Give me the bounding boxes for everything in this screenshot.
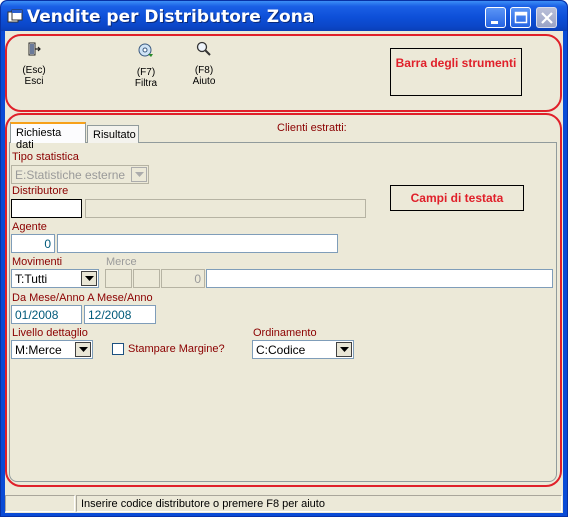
status-cell-1 (5, 495, 75, 512)
distributore-description-field (85, 199, 366, 218)
status-bar: Inserire codice distributore o premere F… (5, 493, 563, 513)
livello-dettaglio-label: Livello dettaglio (12, 327, 88, 339)
merce-field-3: 0 (161, 269, 205, 288)
movimenti-value: T:Tutti (15, 272, 48, 286)
toolbar-esc-key: (Esc) (22, 65, 46, 76)
close-button[interactable] (536, 7, 557, 28)
filter-disc-icon (138, 43, 153, 57)
stampare-margine-label: Stampare Margine? (128, 343, 225, 355)
da-mese-anno-input[interactable]: 01/2008 (11, 305, 82, 324)
stampare-margine-checkbox[interactable] (112, 343, 124, 355)
client-area: (Esc) Esci (F7) Filtra (F8) Aiuto Barra … (5, 31, 563, 513)
distributore-code-input[interactable] (11, 199, 82, 218)
app-window: Vendite per Distributore Zona (Esc) Esci (0, 0, 568, 517)
magnifier-help-icon (196, 41, 211, 56)
exit-door-icon (28, 42, 41, 56)
distributore-label: Distributore (12, 185, 69, 197)
tab-richiesta-dati[interactable]: Richiesta dati (10, 122, 86, 151)
chevron-down-icon (75, 342, 91, 357)
ordinamento-select[interactable]: C:Codice (252, 340, 354, 359)
ordinamento-value: C:Codice (256, 343, 306, 357)
tipo-statistica-select[interactable]: E:Statistiche esterne (11, 165, 149, 184)
tipo-statistica-label: Tipo statistica (12, 151, 79, 163)
toolbar-help-button[interactable]: (F8) Aiuto (187, 41, 221, 87)
tipo-statistica-value: E:Statistiche esterne (15, 168, 126, 182)
chevron-down-icon (336, 342, 352, 357)
livello-dettaglio-value: M:Merce (15, 343, 62, 357)
minimize-icon (491, 21, 498, 24)
movimenti-label: Movimenti (12, 256, 63, 268)
agente-label: Agente (12, 221, 47, 233)
a-mese-anno-input[interactable]: 12/2008 (84, 305, 156, 324)
toolbar-filter-key: (F7) (136, 67, 156, 78)
toolbar-help-label: Aiuto (192, 76, 216, 87)
tab-risultato[interactable]: Risultato (87, 125, 139, 143)
minimize-button[interactable] (485, 7, 506, 28)
toolbar-esc-label: Esci (24, 76, 44, 87)
livello-dettaglio-select[interactable]: M:Merce (11, 340, 93, 359)
header-callout: Campi di testata (390, 185, 524, 211)
agente-description-field[interactable] (57, 234, 338, 253)
toolbar-callout: Barra degli strumenti (390, 48, 522, 96)
toolbar-esc-button[interactable]: (Esc) Esci (19, 41, 49, 87)
chevron-down-icon (81, 271, 97, 286)
periodo-label: Da Mese/Anno A Mese/Anno (12, 292, 153, 304)
status-message: Inserire codice distributore o premere F… (76, 495, 562, 512)
maximize-icon (514, 11, 528, 24)
merce-description-field[interactable] (206, 269, 553, 288)
merce-field-2 (133, 269, 160, 288)
agente-code-input[interactable]: 0 (11, 234, 55, 253)
chevron-down-icon (131, 167, 147, 182)
toolbar-filter-label: Filtra (134, 78, 158, 89)
title-bar[interactable]: Vendite per Distributore Zona (1, 1, 567, 31)
maximize-button[interactable] (510, 7, 531, 28)
movimenti-select[interactable]: T:Tutti (11, 269, 99, 288)
app-window-icon (7, 9, 23, 23)
clienti-estratti-label: Clienti estratti: (277, 122, 347, 134)
close-icon (541, 12, 553, 24)
merce-label: Merce (106, 256, 137, 268)
window-title: Vendite per Distributore Zona (27, 7, 315, 27)
ordinamento-label: Ordinamento (253, 327, 317, 339)
toolbar-filter-button[interactable]: (F7) Filtra (129, 43, 163, 89)
toolbar-help-key: (F8) (194, 65, 214, 76)
merce-field-1 (105, 269, 132, 288)
